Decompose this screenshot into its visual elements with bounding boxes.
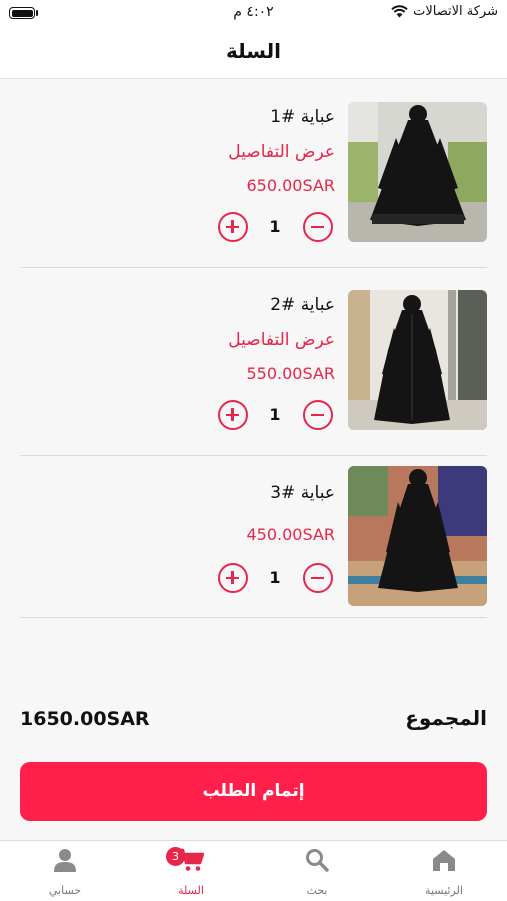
tab-label: بحث: [306, 884, 328, 897]
wifi-icon: [391, 5, 408, 18]
tab-search[interactable]: بحث: [254, 841, 380, 901]
decrease-quantity-button[interactable]: [303, 563, 333, 593]
page-title: السلة: [225, 39, 281, 63]
tab-cart[interactable]: 3 السلة: [128, 841, 254, 901]
status-bar: ٤:٠٢ م شركة الاتصالات: [0, 0, 507, 30]
tab-label: حسابي: [48, 884, 82, 897]
checkout-button[interactable]: إتمام الطلب: [20, 762, 487, 821]
tab-label: الرئيسية: [425, 884, 463, 897]
tab-bar: الرئيسية بحث 3 السلة حسابي: [0, 840, 507, 901]
cart-count-badge: 3: [166, 847, 185, 866]
tab-label: السلة: [178, 884, 204, 897]
cart-item: عباية #3 450.00SAR 1: [20, 456, 487, 618]
tab-home[interactable]: الرئيسية: [381, 841, 507, 901]
product-image[interactable]: [348, 466, 487, 606]
decrease-quantity-button[interactable]: [303, 212, 333, 242]
quantity-value: 1: [269, 217, 281, 236]
increase-quantity-button[interactable]: [218, 563, 248, 593]
navigation-header: السلة: [0, 30, 507, 79]
quantity-value: 1: [269, 568, 281, 587]
search-icon: [306, 849, 329, 872]
minus-icon: [311, 576, 324, 579]
product-image[interactable]: [348, 102, 487, 242]
minus-icon: [311, 413, 324, 416]
carrier-info: شركة الاتصالات: [391, 4, 498, 19]
product-price: 650.00SAR: [246, 176, 336, 195]
cart-item: عباية #2 عرض التفاصيل 550.00SAR 1: [20, 268, 487, 456]
product-price: 450.00SAR: [246, 525, 336, 544]
decrease-quantity-button[interactable]: [303, 400, 333, 430]
increase-quantity-button[interactable]: [218, 400, 248, 430]
product-price: 550.00SAR: [246, 364, 336, 383]
carrier-name: شركة الاتصالات: [413, 4, 498, 19]
product-name: عباية #1: [270, 107, 335, 127]
home-icon: [433, 850, 455, 871]
product-image[interactable]: [348, 290, 487, 430]
product-name: عباية #2: [270, 295, 335, 315]
minus-icon: [311, 225, 324, 228]
person-icon: [54, 849, 76, 872]
product-name: عباية #3: [270, 483, 335, 503]
view-details-link[interactable]: عرض التفاصيل: [228, 142, 335, 162]
quantity-value: 1: [269, 405, 281, 424]
total-value: 1650.00SAR: [20, 708, 150, 730]
increase-quantity-button[interactable]: [218, 212, 248, 242]
total-label: المجموع: [405, 706, 487, 730]
cart-item: عباية #1 عرض التفاصيل 650.00SAR 1: [20, 80, 487, 268]
tab-account[interactable]: حسابي: [2, 841, 128, 901]
view-details-link[interactable]: عرض التفاصيل: [228, 330, 335, 350]
